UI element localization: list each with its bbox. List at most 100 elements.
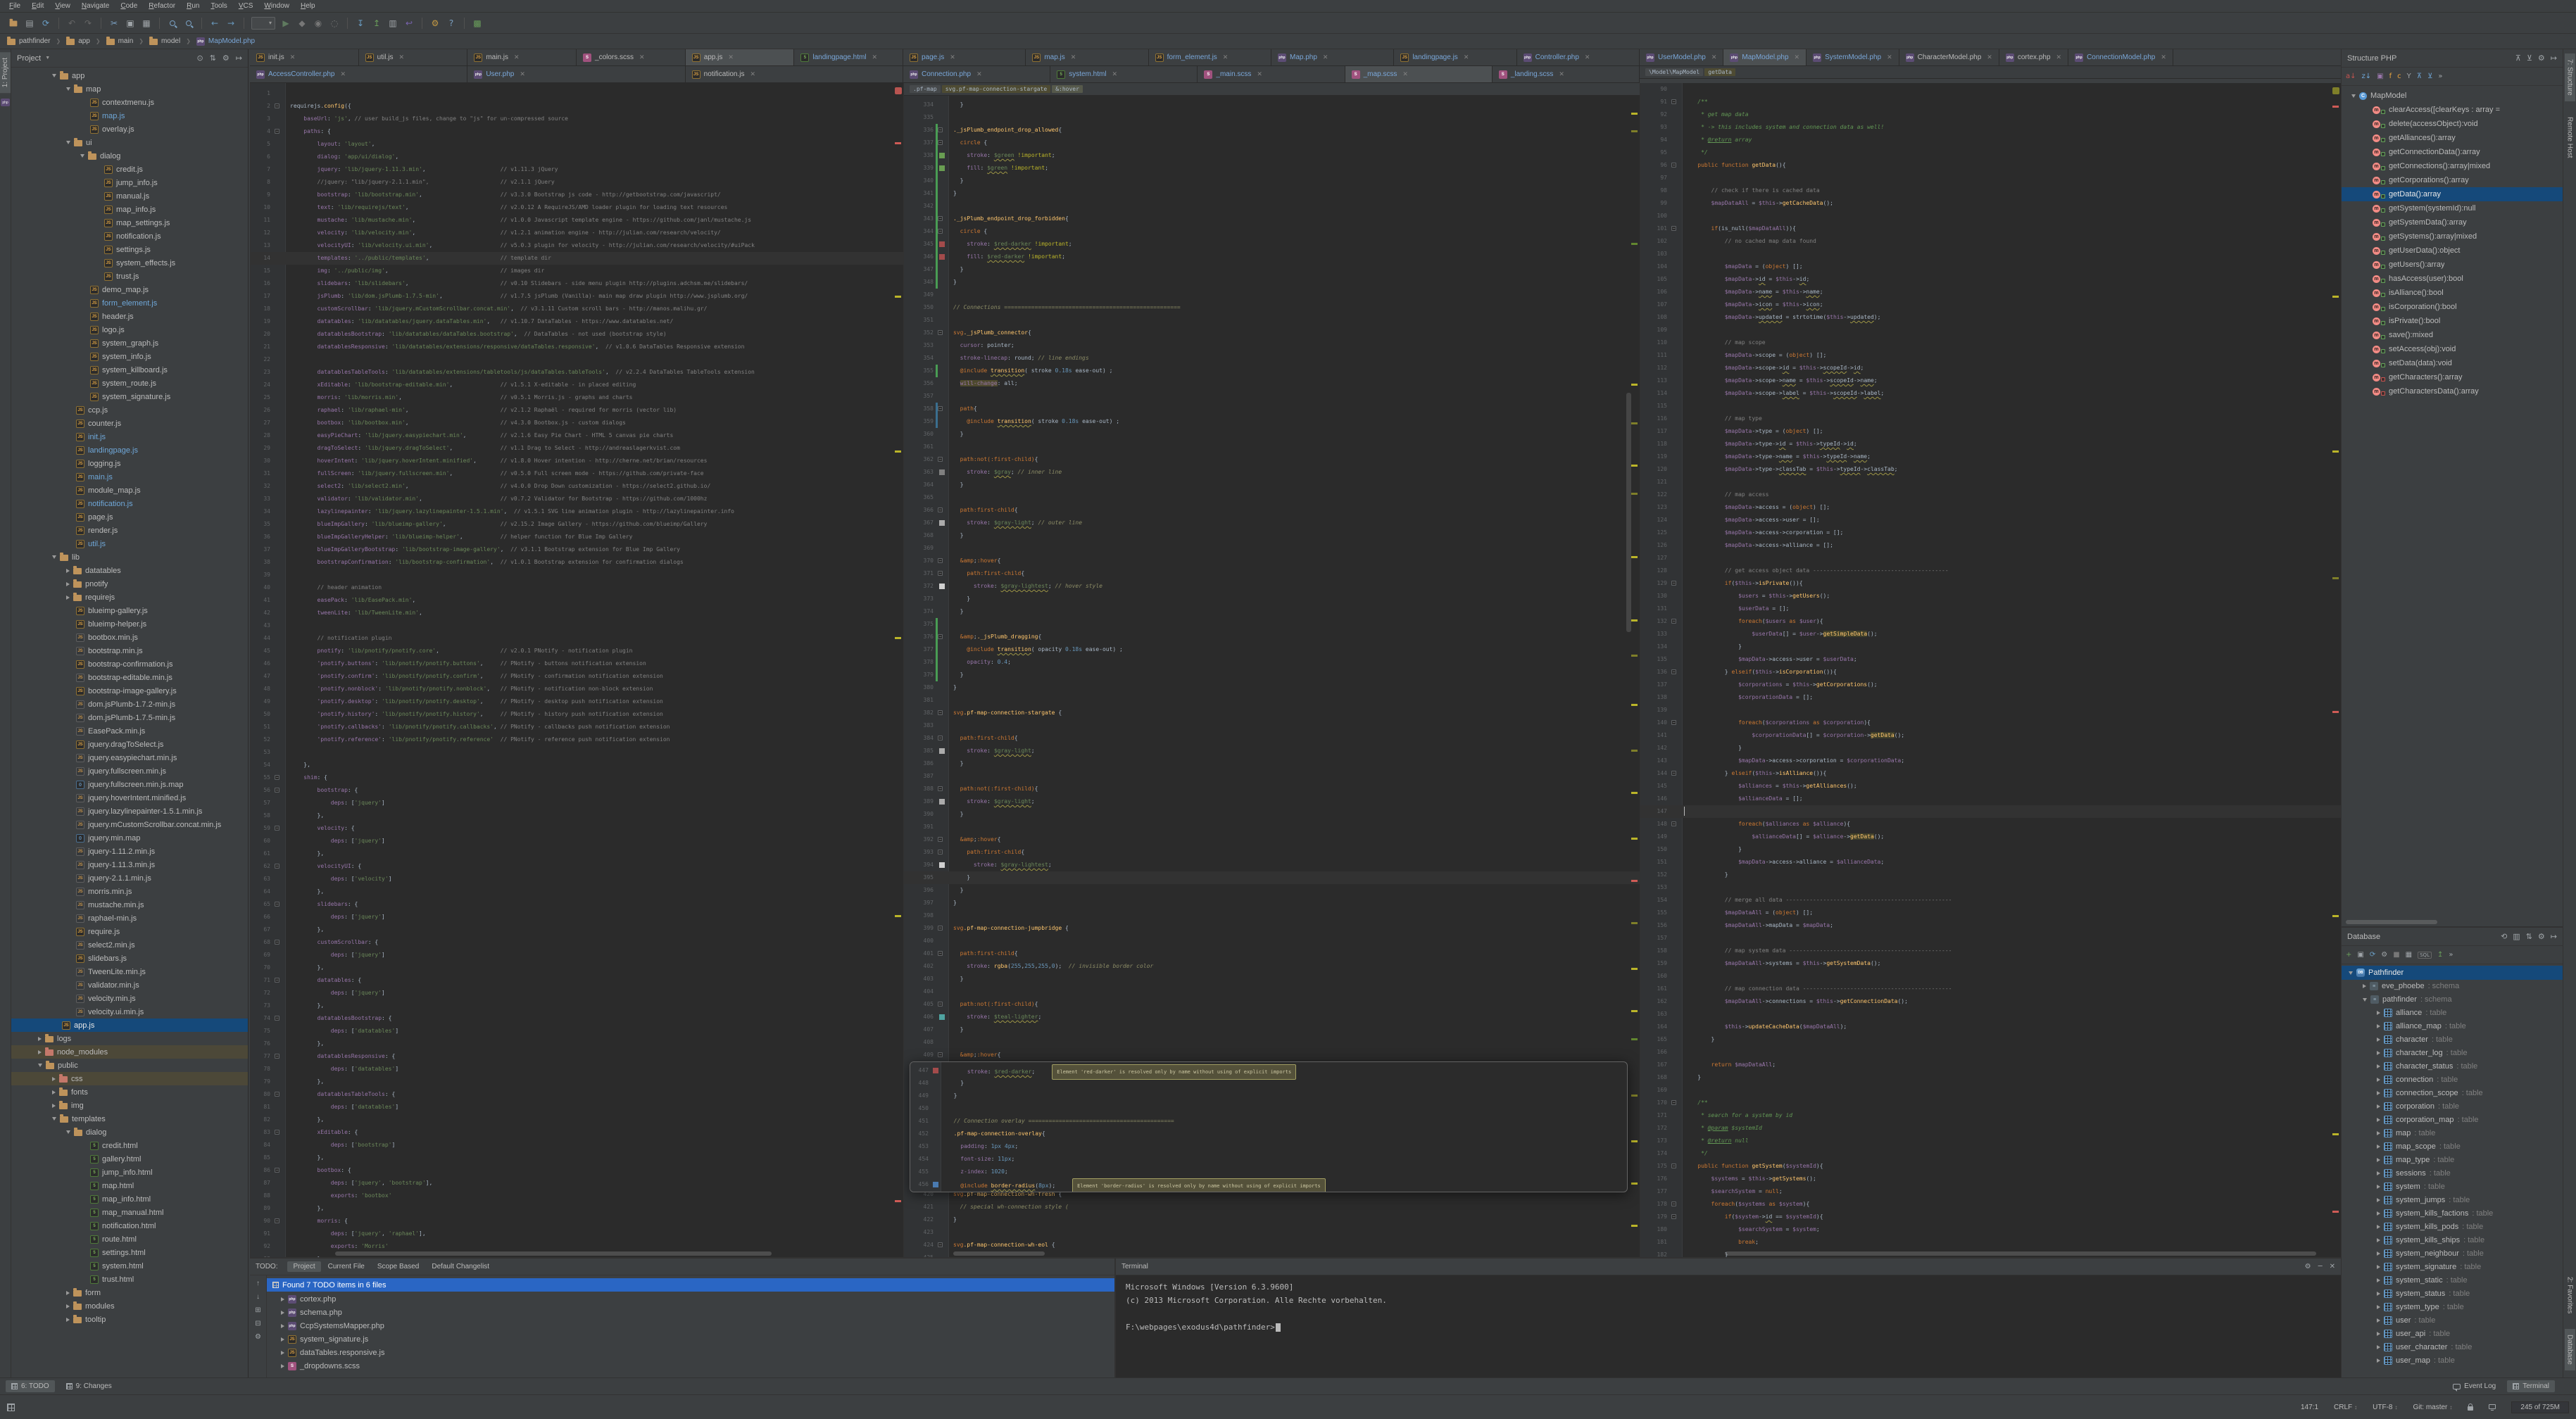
code-line[interactable]: 11 mustache: 'lib/mustache.min', // v1.0… bbox=[251, 214, 903, 227]
code-line[interactable]: 57 deps: ['jquery'] bbox=[251, 797, 903, 809]
tree-row[interactable]: JSjquery.mCustomScrollbar.concat.min.js bbox=[11, 818, 248, 831]
code-line[interactable]: 54 }, bbox=[251, 759, 903, 771]
fold-marker-icon[interactable]: − bbox=[1671, 1163, 1676, 1168]
database-row[interactable]: corporation_map: table bbox=[2342, 1113, 2563, 1127]
next-occurrence-icon[interactable]: ↓ bbox=[256, 1293, 260, 1301]
tree-row[interactable]: JSutil.js bbox=[11, 537, 248, 550]
context-segment[interactable]: .pf-map bbox=[910, 85, 941, 93]
tree-twistie-icon[interactable] bbox=[66, 87, 70, 91]
todo-file-row[interactable]: JSdataTables.responsive.js bbox=[267, 1346, 1114, 1359]
tree-row[interactable]: 5credit.html bbox=[11, 1139, 248, 1152]
code-line[interactable]: 401− path:first-child{ bbox=[904, 947, 1640, 960]
code-line[interactable]: 170− /** bbox=[1640, 1097, 2341, 1109]
menu-item-file[interactable]: File bbox=[4, 1, 25, 11]
synchronize-icon[interactable]: ⟳ bbox=[38, 15, 54, 31]
code-line[interactable]: 353 cursor: pointer; bbox=[904, 339, 1640, 352]
code-line[interactable]: 364 } bbox=[904, 479, 1640, 491]
code-line[interactable]: 30 hoverIntent: 'lib/jquery.hoverIntent.… bbox=[251, 455, 903, 467]
tree-twistie-icon[interactable] bbox=[2377, 1024, 2380, 1028]
tree-row[interactable]: JSmap_info.js bbox=[11, 203, 248, 216]
tab-page-js[interactable]: JSpage.js✕ bbox=[903, 49, 1026, 65]
tree-row[interactable]: 5jump_info.html bbox=[11, 1166, 248, 1179]
code-line[interactable]: 18 customScrollbar: 'lib/jquery.mCustomS… bbox=[251, 303, 903, 315]
tree-twistie-icon[interactable] bbox=[2377, 1318, 2380, 1323]
code-line[interactable]: 392− &amp;:hover{ bbox=[904, 833, 1640, 846]
code-line[interactable]: 71− datatables: { bbox=[251, 974, 903, 987]
database-row[interactable]: corporation: table bbox=[2342, 1099, 2563, 1114]
code-line[interactable]: 352−svg._jsPlumb_connector{ bbox=[904, 327, 1640, 339]
close-tab-icon[interactable]: ✕ bbox=[2161, 53, 2166, 61]
close-tab-icon[interactable]: ✕ bbox=[1071, 53, 1076, 61]
fold-marker-icon[interactable]: − bbox=[275, 1168, 279, 1173]
tab-mapmodel-php[interactable]: phpMapModel.php✕ bbox=[1723, 49, 1807, 65]
code-line[interactable]: 379 } bbox=[904, 669, 1640, 681]
code-line[interactable]: 60 deps: ['jquery'] bbox=[251, 835, 903, 847]
context-segment[interactable]: svg.pf-map-connection-stargate bbox=[942, 85, 1051, 93]
tree-row[interactable]: JSjquery.fullscreen.min.js bbox=[11, 764, 248, 778]
code-line[interactable]: 341} bbox=[904, 187, 1640, 200]
fold-marker-icon[interactable]: − bbox=[1671, 771, 1676, 776]
stripe-button-event-log[interactable]: Event Log bbox=[2447, 1380, 2501, 1392]
code-line[interactable]: 395 } bbox=[904, 871, 1640, 884]
structure-method-row[interactable]: mdelete(accessObject):void bbox=[2342, 117, 2563, 131]
structure-method-row[interactable]: mgetSystem(systemId):null bbox=[2342, 201, 2563, 215]
tree-twistie-icon[interactable] bbox=[2377, 1358, 2380, 1363]
code-line[interactable]: 127 bbox=[1640, 552, 2341, 565]
close-tab-icon[interactable]: ✕ bbox=[950, 53, 955, 61]
database-row[interactable]: sessions: table bbox=[2342, 1166, 2563, 1180]
line-separator-widget[interactable]: CRLF↕ bbox=[2334, 1404, 2357, 1411]
code-line[interactable]: 5 layout: 'layout', bbox=[251, 138, 903, 151]
fold-marker-icon[interactable]: − bbox=[275, 940, 279, 945]
database-toolbar-icon-2[interactable]: ⟳ bbox=[2370, 951, 2375, 959]
fold-marker-icon[interactable]: − bbox=[938, 1052, 943, 1057]
close-tab-icon[interactable]: ✕ bbox=[1987, 53, 1992, 61]
tree-row[interactable]: JSnotification.js bbox=[11, 497, 248, 510]
tree-twistie-icon[interactable] bbox=[2377, 1064, 2380, 1068]
console-icon[interactable]: ▥ bbox=[2513, 932, 2520, 941]
code-line[interactable]: 75 deps: ['datatables'] bbox=[251, 1025, 903, 1038]
menu-item-help[interactable]: Help bbox=[296, 1, 320, 11]
encoding-widget[interactable]: UTF-8↕ bbox=[2373, 1404, 2397, 1411]
close-tab-icon[interactable]: ✕ bbox=[341, 70, 346, 78]
code-line[interactable]: 28 easyPieChart: 'lib/jquery.easypiechar… bbox=[251, 429, 903, 442]
coverage-icon[interactable]: ◉ bbox=[310, 15, 326, 31]
horizontal-scrollbar[interactable] bbox=[953, 1251, 1045, 1256]
structure-method-row[interactable]: mgetConnectionData():array bbox=[2342, 145, 2563, 159]
tree-twistie-icon[interactable] bbox=[281, 1337, 284, 1342]
fold-marker-icon[interactable]: − bbox=[275, 1054, 279, 1059]
code-line[interactable]: 377 @include transition( opacity 0.18s e… bbox=[904, 643, 1640, 656]
code-line[interactable]: 155 $mapDataAll = (object) []; bbox=[1640, 907, 2341, 919]
sync-icon[interactable]: ⟲ bbox=[2501, 932, 2507, 941]
code-line[interactable]: 19 datatables: 'lib/datatables/jquery.da… bbox=[251, 315, 903, 328]
tree-row[interactable]: JSjquery-2.1.1.min.js bbox=[11, 871, 248, 885]
error-stripe-mark[interactable] bbox=[1631, 384, 1638, 386]
code-line[interactable]: 133 $userData[] = $user->getSimpleData()… bbox=[1640, 628, 2341, 641]
todo-tab-project[interactable]: Project bbox=[287, 1261, 320, 1272]
vcs-commit-icon[interactable]: ↥ bbox=[369, 15, 384, 31]
readonly-lock-icon[interactable] bbox=[2468, 1404, 2473, 1411]
php-tool-icon[interactable]: php bbox=[1, 99, 10, 106]
code-line[interactable]: 369 bbox=[904, 542, 1640, 555]
tree-row[interactable]: JSjquery-1.11.2.min.js bbox=[11, 845, 248, 858]
code-line[interactable]: 1 bbox=[251, 87, 903, 100]
structure-hscrollbar[interactable] bbox=[2346, 920, 2437, 924]
locate-file-icon[interactable]: ⊙ bbox=[196, 53, 203, 63]
stripe-button-7-structure[interactable]: 7: Structure bbox=[2565, 53, 2575, 101]
code-line[interactable]: 152 } bbox=[1640, 869, 2341, 881]
lens-code-line[interactable]: 447 stroke: $red-darker;Element 'red-dar… bbox=[910, 1064, 1627, 1077]
stripe-button-remote-host[interactable]: Remote Host bbox=[2565, 111, 2575, 163]
copy-icon[interactable]: ▣ bbox=[122, 15, 138, 31]
code-line[interactable]: 117 $mapData->type = (object) []; bbox=[1640, 425, 2341, 438]
error-stripe-mark[interactable] bbox=[895, 450, 901, 453]
code-line[interactable]: 361 bbox=[904, 441, 1640, 453]
error-stripe-mark[interactable] bbox=[1631, 880, 1638, 882]
fold-marker-icon[interactable]: − bbox=[1671, 821, 1676, 826]
tree-row[interactable]: JSmain.js bbox=[11, 470, 248, 484]
fold-marker-icon[interactable]: − bbox=[1671, 669, 1676, 674]
tree-twistie-icon[interactable] bbox=[2377, 1051, 2380, 1055]
database-toolbar-icon-3[interactable]: ⚙ bbox=[2381, 951, 2387, 959]
code-line[interactable]: 2−requirejs.config({ bbox=[251, 100, 903, 113]
database-row[interactable]: system_signature: table bbox=[2342, 1260, 2563, 1274]
tab-connectionmodel-php[interactable]: phpConnectionModel.php✕ bbox=[2068, 49, 2173, 65]
fold-marker-icon[interactable]: − bbox=[938, 1002, 943, 1007]
